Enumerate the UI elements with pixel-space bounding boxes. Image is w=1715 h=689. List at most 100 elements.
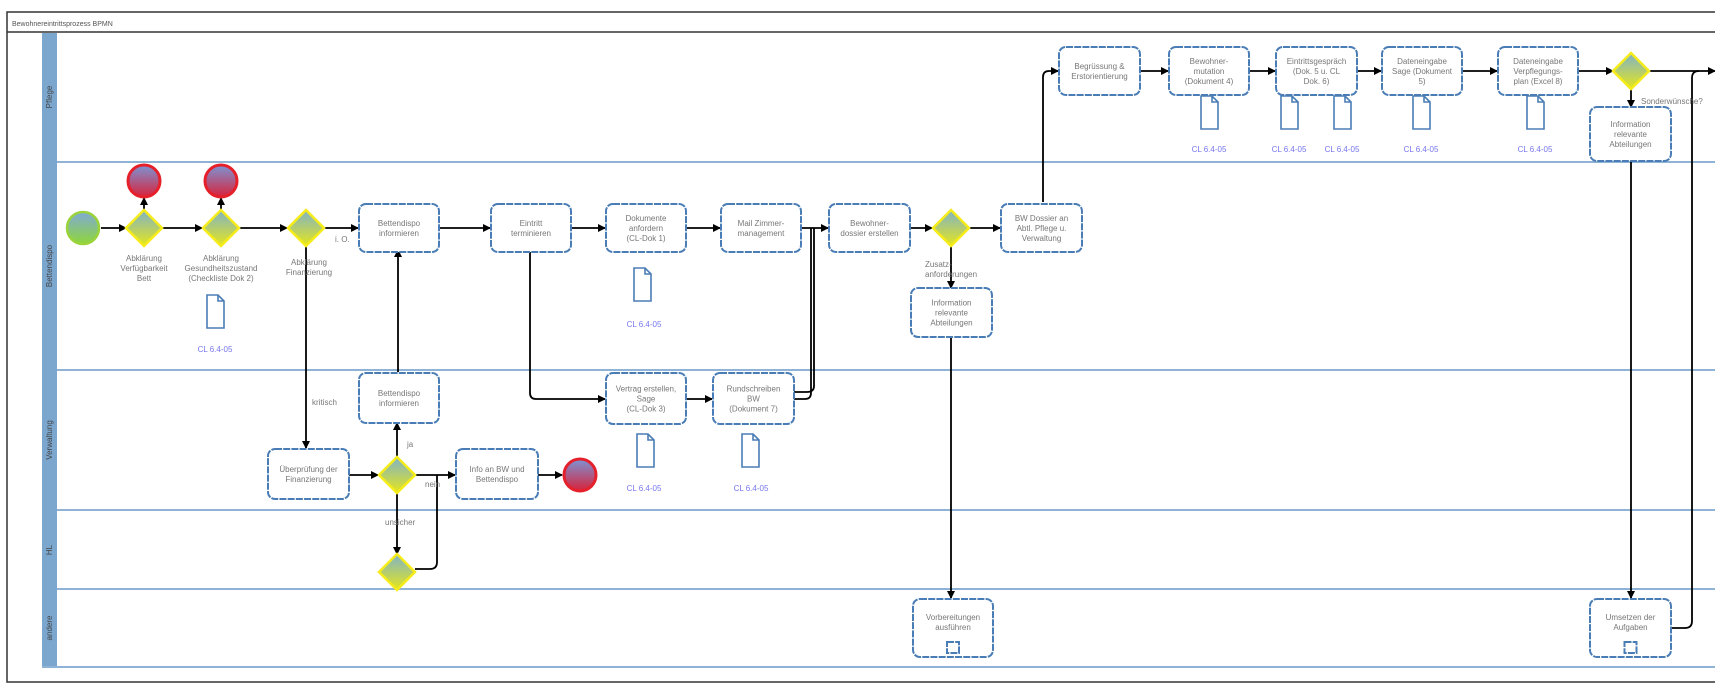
doc-reference-label: CL 6.4-05: [1192, 145, 1227, 154]
svg-text:Abklärung: Abklärung: [126, 254, 162, 263]
svg-text:anforderungen: anforderungen: [925, 270, 977, 279]
svg-text:Zusatz-: Zusatz-: [925, 260, 952, 269]
flow-label-io: i. O.: [335, 235, 350, 244]
lane-label-bettendispo: Bettendispo: [45, 244, 54, 287]
task-label: Umsetzen der: [1606, 613, 1656, 622]
task-label: (Dok. 5 u. CL: [1293, 67, 1341, 76]
svg-text:Finanzierung: Finanzierung: [286, 268, 332, 277]
task-label: Info an BW und: [469, 465, 524, 474]
lane-label-andere: andere: [45, 615, 54, 640]
task-label: Bewohner-: [1190, 57, 1229, 66]
end-event-gesundheit[interactable]: [203, 163, 239, 199]
flow-label-kritisch: kritisch: [312, 398, 337, 407]
task-label: Verwaltung: [1022, 234, 1062, 243]
task-label: Erstorientierung: [1071, 72, 1127, 81]
doc-reference-label: CL 6.4-05: [627, 320, 662, 329]
svg-text:Abklärung: Abklärung: [203, 254, 239, 263]
svg-text:Gesundheitszustand: Gesundheitszustand: [185, 264, 258, 273]
task-bettendispo-informieren-2[interactable]: Bettendispoinformieren: [358, 372, 440, 424]
bpmn-diagram: Bewohnereintrittsprozess BPMN Pflege Bet…: [0, 0, 1715, 684]
svg-text:Verfügbarkeit: Verfügbarkeit: [120, 264, 168, 273]
task-bewohnerdossier-erstellen[interactable]: Bewohner-dossier erstellen: [828, 203, 911, 253]
task-label: Bettendispo: [476, 475, 519, 484]
task-label: Sage (Dokument: [1392, 67, 1453, 76]
end-event-bett[interactable]: [126, 163, 162, 199]
task-label: relevante: [935, 309, 968, 318]
task-label: terminieren: [511, 229, 551, 238]
task-information-relevante-abteilungen-2[interactable]: InformationrelevanteAbteilungen: [1589, 106, 1672, 162]
task-label: Vertrag erstellen,: [616, 385, 676, 394]
task-bw-dossier-an-abteilungen[interactable]: BW Dossier anAbtl. Pflege u.Verwaltung: [1000, 203, 1083, 253]
task-bewohnermutation[interactable]: Bewohner-mutation(Dokument 4): [1168, 46, 1250, 96]
task-label: ausführen: [935, 623, 971, 632]
task-info-an-bw-und-bettendispo[interactable]: Info an BW undBettendispo: [455, 448, 539, 500]
end-event-finanzierung[interactable]: [562, 457, 598, 493]
task-rundschreiben-bw[interactable]: RundschreibenBW(Dokument 7): [712, 372, 795, 425]
task-label: management: [738, 229, 785, 238]
task-label: informieren: [379, 399, 419, 408]
task-label: Bettendispo: [378, 219, 421, 228]
diagram-title: Bewohnereintrittsprozess BPMN: [12, 21, 113, 28]
task-umsetzen-der-aufgaben[interactable]: Umsetzen derAufgaben: [1589, 598, 1672, 658]
task-label: Aufgaben: [1613, 623, 1647, 632]
task-label: mutation: [1194, 67, 1225, 76]
pool: Bewohnereintrittsprozess BPMN: [6, 11, 1715, 683]
task-label: Dok. 6): [1304, 77, 1330, 86]
task-begruessung-erstorientierung[interactable]: Begrüssung &Erstorientierung: [1058, 46, 1141, 96]
task-ueberpruefung-finanzierung[interactable]: Überprüfung derFinanzierung: [267, 448, 350, 500]
task-label: Abtl. Pflege u.: [1017, 224, 1067, 233]
task-label: Dokumente: [626, 214, 667, 223]
doc-reference-label: CL 6.4-05: [734, 484, 769, 493]
task-dokumente-anfordern[interactable]: Dokumenteanfordern(CL-Dok 1): [605, 203, 687, 253]
task-label: Überprüfung der: [279, 465, 338, 474]
task-label: Rundschreiben: [727, 385, 781, 394]
lane-header-band: [42, 33, 57, 667]
doc-reference-label: CL 6.4-05: [1404, 145, 1439, 154]
svg-text:Abklärung: Abklärung: [291, 258, 327, 267]
task-label: plan (Excel 8): [1514, 77, 1563, 86]
task-eintritt-terminieren[interactable]: Eintrittterminieren: [490, 203, 572, 253]
start-event[interactable]: [65, 210, 101, 246]
task-vertrag-erstellen[interactable]: Vertrag erstellen,Sage(CL-Dok 3): [605, 372, 687, 425]
doc-reference-label: CL 6.4-05: [627, 484, 662, 493]
task-label: (Dokument 7): [729, 405, 778, 414]
task-information-relevante-abteilungen[interactable]: InformationrelevanteAbteilungen: [910, 287, 993, 338]
task-label: Abteilungen: [930, 319, 972, 328]
task-label: Dateneingabe: [1397, 57, 1447, 66]
doc-reference-label: CL 6.4-05: [1272, 145, 1307, 154]
task-label: Eintritt: [520, 219, 543, 228]
subprocess-marker-icon: [1623, 641, 1638, 654]
doc-reference-label: CL 6.4-05: [198, 345, 233, 354]
task-label: Vorbereitungen: [926, 613, 980, 622]
task-dateneingabe-sage[interactable]: DateneingabeSage (Dokument5): [1381, 46, 1463, 96]
lane-label-hl: HL: [45, 544, 54, 555]
task-label: Information: [1610, 120, 1650, 129]
task-label: Abteilungen: [1609, 140, 1651, 149]
task-dateneingabe-verpflegungsplan[interactable]: DateneingabeVerpflegungs-plan (Excel 8): [1497, 46, 1579, 96]
lane-label-verwaltung: Verwaltung: [45, 420, 54, 460]
task-mail-zimmermanagement[interactable]: Mail Zimmer-management: [720, 203, 802, 253]
flow-label-sonderwuensche: Sonderwünsche?: [1641, 97, 1703, 106]
task-label: informieren: [379, 229, 419, 238]
task-label: Dateneingabe: [1513, 57, 1563, 66]
task-bettendispo-informieren[interactable]: Bettendispoinformieren: [358, 203, 440, 253]
flow-label-unsicher: unsicher: [385, 518, 416, 527]
task-label: (CL-Dok 3): [626, 405, 665, 414]
svg-text:Bett: Bett: [137, 274, 152, 283]
task-label: (CL-Dok 1): [626, 234, 665, 243]
task-label: relevante: [1614, 130, 1647, 139]
task-label: Finanzierung: [285, 475, 331, 484]
task-label: 5): [1418, 77, 1425, 86]
task-label: (Dokument 4): [1185, 77, 1234, 86]
gateway-label-finanzierung: Abklärung Finanzierung: [286, 258, 332, 277]
task-eintrittsgespraech[interactable]: Eintrittsgespräch(Dok. 5 u. CLDok. 6): [1275, 46, 1358, 96]
task-label: Information: [931, 299, 971, 308]
svg-text:(Checkliste Dok 2): (Checkliste Dok 2): [188, 274, 254, 283]
subprocess-marker-icon: [946, 641, 960, 654]
task-label: Mail Zimmer-: [738, 219, 785, 228]
task-label: Bettendispo: [378, 389, 421, 398]
task-label: BW Dossier an: [1015, 214, 1068, 223]
doc-reference-label: CL 6.4-05: [1325, 145, 1360, 154]
task-label: dossier erstellen: [840, 229, 898, 238]
task-vorbereitungen-ausfuehren[interactable]: Vorbereitungenausführen: [912, 598, 994, 658]
